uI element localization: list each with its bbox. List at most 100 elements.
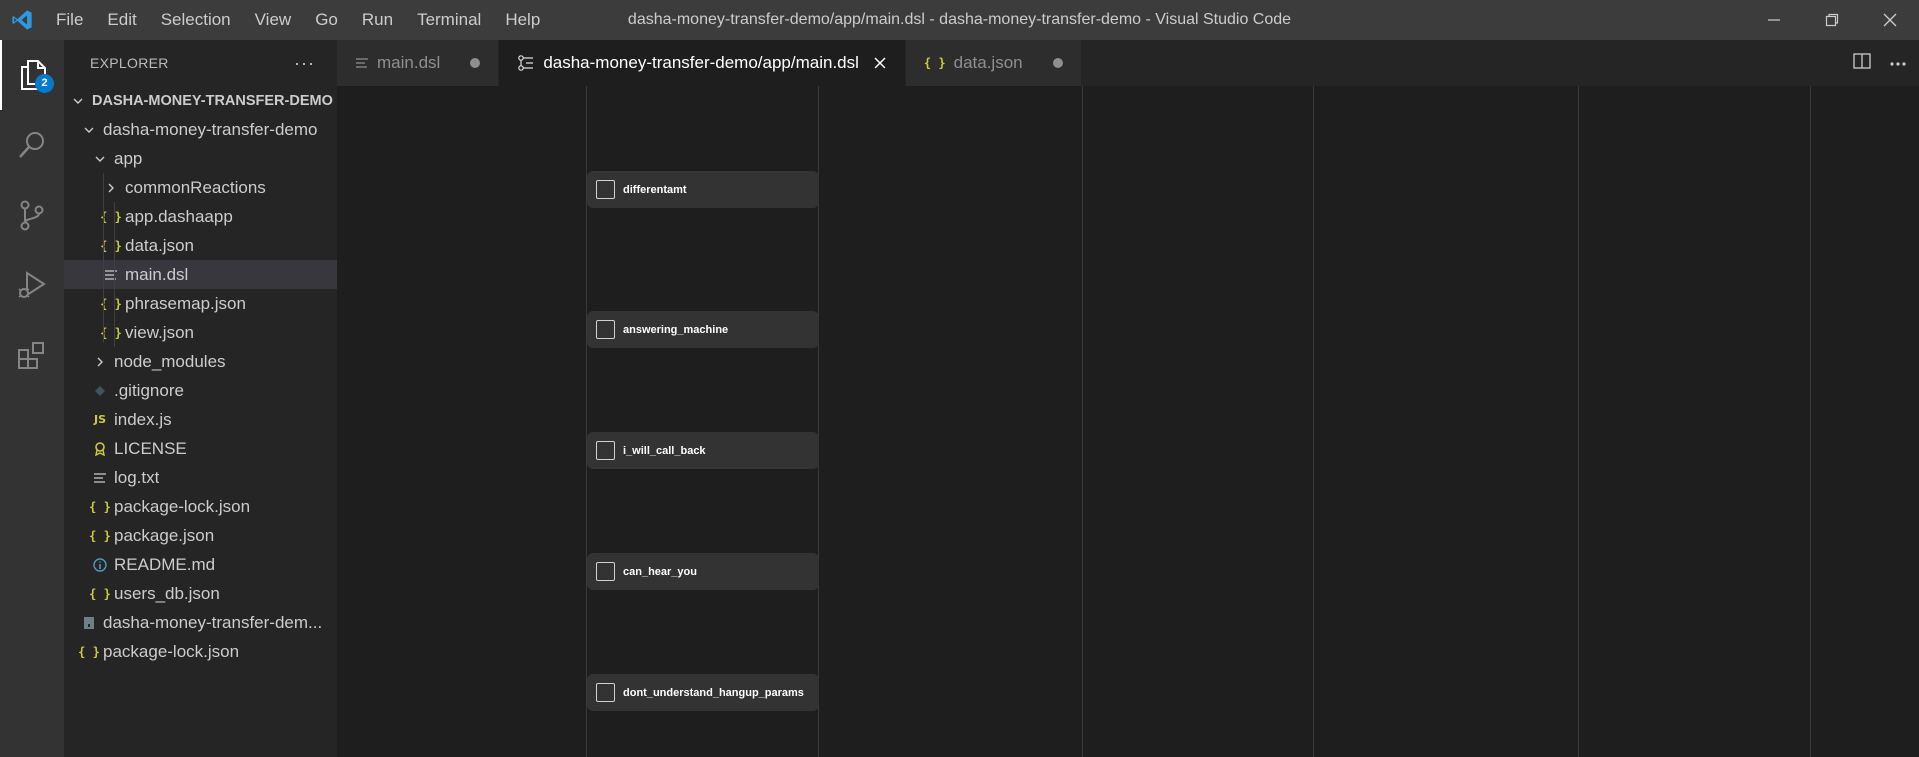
chevron-right-icon (103, 180, 119, 196)
graph-node[interactable]: dont_understand_hangup_params (587, 674, 819, 711)
activity-source-control[interactable] (0, 180, 64, 250)
activity-explorer[interactable]: 2 (0, 40, 64, 110)
graph-node[interactable]: can_hear_you (587, 553, 819, 590)
license-ribbon-icon (92, 441, 108, 456)
tree-item-file[interactable]: README.md (64, 550, 337, 579)
json-file-icon: { } (89, 499, 111, 514)
tab-data-json[interactable]: { } data.json (905, 40, 1082, 86)
close-window-button[interactable] (1861, 0, 1919, 40)
node-checkbox[interactable] (596, 320, 615, 339)
activity-extensions[interactable] (0, 320, 64, 390)
tab-main-dsl[interactable]: main.dsl (337, 40, 500, 86)
tree-item-file[interactable]: { } data.json (64, 231, 337, 260)
menu-edit[interactable]: Edit (95, 0, 148, 40)
workspace-root[interactable]: DASHA-MONEY-TRANSFER-DEMO (64, 86, 337, 115)
tree-item-file[interactable]: { } package-lock.json (64, 492, 337, 521)
menu-run[interactable]: Run (350, 0, 405, 40)
restore-button[interactable] (1803, 0, 1861, 40)
menu-selection[interactable]: Selection (149, 0, 243, 40)
graph-node[interactable]: answering_machine (587, 311, 819, 348)
tree-item-folder-app[interactable]: app (64, 144, 337, 173)
explorer-badge: 2 (35, 74, 54, 93)
vscode-logo-icon (0, 0, 44, 40)
explorer-title: EXPLORER (90, 55, 169, 71)
tree-item-file[interactable]: dasha-money-transfer-dem... (64, 608, 337, 637)
tree-item-folder[interactable]: dasha-money-transfer-demo (64, 115, 337, 144)
explorer-sidebar: EXPLORER ··· DASHA-MONEY-TRANSFER-DEMO d… (64, 40, 337, 757)
menu-bar: File Edit Selection View Go Run Terminal… (44, 0, 552, 40)
info-icon (92, 557, 108, 572)
tab-main-dsl-graph[interactable]: dasha-money-transfer-demo/app/main.dsl (499, 40, 906, 86)
json-file-icon: { } (100, 238, 122, 253)
activity-search[interactable] (0, 110, 64, 180)
node-label: i_will_call_back (623, 444, 706, 457)
indent-guide (103, 173, 104, 343)
json-file-icon: { } (89, 586, 111, 601)
tree-item-file[interactable]: { } phrasemap.json (64, 289, 337, 318)
run-debug-icon (18, 271, 46, 298)
minimize-button[interactable] (1745, 0, 1803, 40)
more-actions-button[interactable]: ··· (294, 53, 315, 74)
extensions-icon (18, 342, 44, 369)
tree-item-file[interactable]: { } users_db.json (64, 579, 337, 608)
menu-help[interactable]: Help (493, 0, 552, 40)
activity-bar: 2 (0, 40, 64, 757)
swimlane-divider (1313, 86, 1314, 757)
tree-item-file-selected[interactable]: main.dsl (64, 260, 337, 289)
ellipsis-icon (1890, 62, 1906, 66)
tree-item-folder-node-modules[interactable]: node_modules (64, 347, 337, 376)
tree-item-file[interactable]: JS index.js (64, 405, 337, 434)
unsaved-dot-icon (470, 58, 481, 68)
git-diamond-icon (92, 385, 108, 397)
restore-icon (1825, 13, 1839, 27)
tab-label: main.dsl (377, 53, 441, 72)
json-file-icon: { } (100, 325, 122, 340)
unsaved-dot-icon (1052, 58, 1063, 68)
node-checkbox[interactable] (596, 441, 615, 460)
title-bar: File Edit Selection View Go Run Terminal… (0, 0, 1919, 40)
menu-terminal[interactable]: Terminal (405, 0, 493, 40)
activity-run-debug[interactable] (0, 250, 64, 320)
tree-item-file[interactable]: .gitignore (64, 376, 337, 405)
source-control-icon (20, 200, 44, 231)
close-icon (1883, 13, 1897, 27)
json-file-icon: { } (100, 296, 122, 311)
node-checkbox[interactable] (596, 683, 615, 702)
swimlane-divider (1578, 86, 1579, 757)
chevron-down-icon (70, 93, 86, 109)
tree-item-file[interactable]: { } view.json (64, 318, 337, 347)
graph-node[interactable]: differentamt (587, 171, 819, 208)
chevron-down-icon (81, 122, 97, 138)
text-lines-icon (103, 269, 119, 281)
json-file-icon: { } (100, 209, 122, 224)
json-file-icon: { } (923, 56, 946, 70)
tab-label: dasha-money-transfer-demo/app/main.dsl (543, 53, 859, 72)
swimlane-divider (1810, 86, 1811, 757)
archive-file-icon (81, 616, 97, 630)
tree-item-file[interactable]: log.txt (64, 463, 337, 492)
node-label: differentamt (623, 183, 687, 196)
close-tab-button[interactable] (873, 56, 887, 70)
menu-go[interactable]: Go (303, 0, 350, 40)
split-editor-icon (1853, 52, 1871, 69)
more-editor-actions-button[interactable] (1889, 54, 1907, 72)
node-checkbox[interactable] (596, 562, 615, 581)
swimlane-divider (1082, 86, 1083, 757)
menu-file[interactable]: File (44, 0, 95, 40)
graph-editor-icon (517, 55, 535, 71)
search-icon (19, 132, 44, 158)
tree-item-file[interactable]: LICENSE (64, 434, 337, 463)
tree-item-file[interactable]: { } app.dashaapp (64, 202, 337, 231)
text-lines-icon (92, 472, 108, 484)
tree-item-file[interactable]: { } package-lock.json (64, 637, 337, 666)
split-editor-button[interactable] (1853, 52, 1871, 74)
tab-label: data.json (953, 53, 1023, 72)
tree-item-folder-commonreactions[interactable]: commonReactions (64, 173, 337, 202)
tree-item-file[interactable]: { } package.json (64, 521, 337, 550)
node-checkbox[interactable] (596, 180, 615, 199)
close-icon (874, 57, 886, 69)
menu-view[interactable]: View (243, 0, 304, 40)
dsl-graph-canvas[interactable]: differentamt answering_machine i_will_ca… (337, 86, 1919, 757)
window-controls (1745, 0, 1919, 40)
graph-node[interactable]: i_will_call_back (587, 432, 819, 469)
